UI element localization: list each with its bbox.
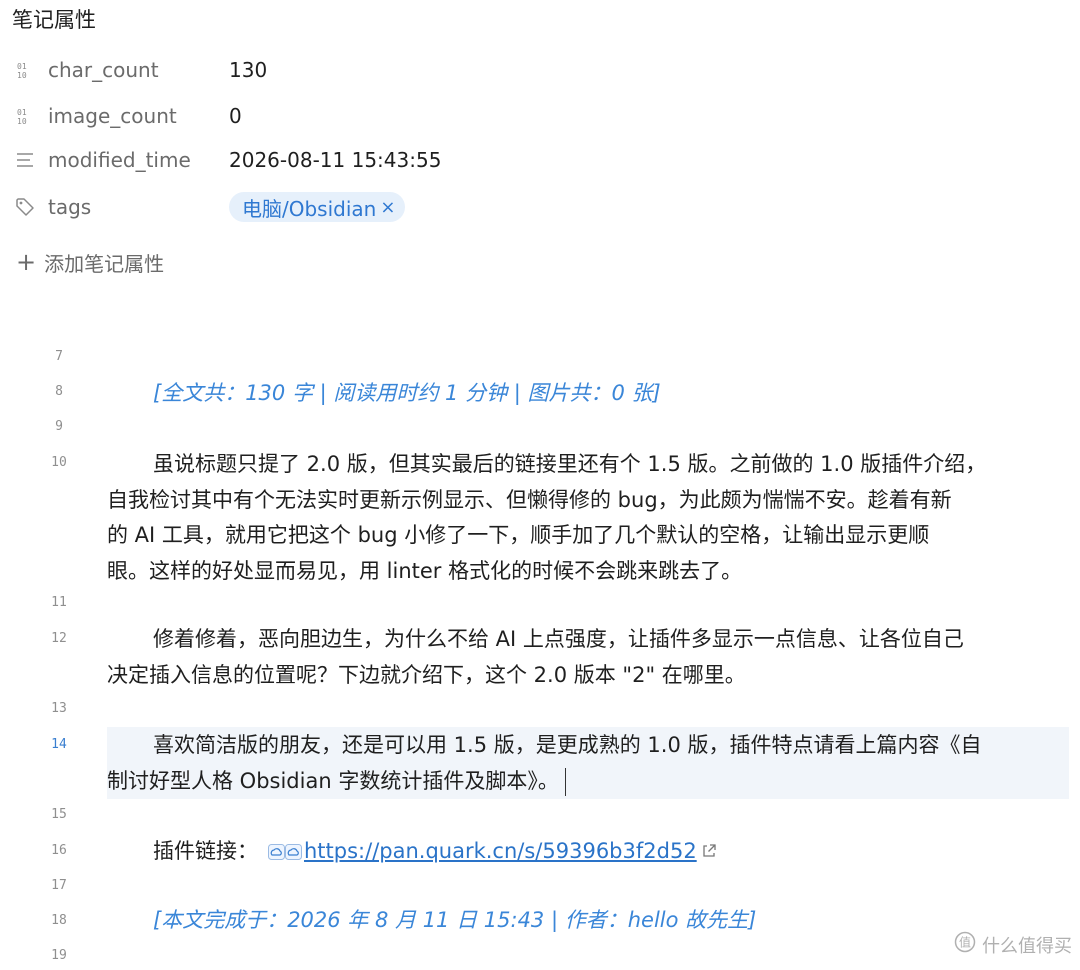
text-lines-icon — [14, 149, 36, 171]
line-number-active: 14 — [51, 737, 67, 752]
paragraph-text: 虽说标题只提了 2.0 版，但其实最后的链接里还有个 1.5 版。之前做的 1.… — [153, 452, 987, 476]
line-number: 12 — [51, 631, 67, 646]
property-value[interactable]: 130 — [229, 58, 267, 82]
property-row-tags[interactable]: tags 电脑/Obsidian × — [14, 190, 914, 224]
number-icon: 01 10 — [14, 59, 36, 81]
paragraph-text: 制讨好型人格 Obsidian 字数统计插件及脚本》。 — [107, 769, 559, 793]
tag-label[interactable]: 电脑/Obsidian — [242, 193, 376, 222]
svg-text:01: 01 — [17, 108, 27, 117]
active-paragraph-line[interactable]: 喜欢简洁版的朋友，还是可以用 1.5 版，是更成熟的 1.0 版，插件特点请看上… — [107, 727, 1069, 763]
paragraph-line[interactable]: 的 AI 工具，就用它把这个 bug 小修了一下，顺手加了几个默认的空格，让输出… — [107, 517, 1069, 553]
paragraph-line[interactable]: 决定插入信息的位置呢？下边就介绍下，这个 2.0 版本 "2" 在哪里。 — [107, 657, 1069, 693]
paragraph-text: 眼。这样的好处显而易见，用 linter 格式化的时候不会跳来跳去了。 — [107, 559, 743, 583]
add-property-button[interactable]: + 添加笔记属性 — [16, 246, 164, 278]
cloud-favicon-icon — [268, 844, 302, 860]
paragraph-line[interactable]: 虽说标题只提了 2.0 版，但其实最后的链接里还有个 1.5 版。之前做的 1.… — [107, 446, 1069, 482]
line-number: 16 — [51, 843, 67, 858]
watermark-text: 什么值得买 — [982, 935, 1072, 957]
paragraph-line[interactable]: 眼。这样的好处显而易见，用 linter 格式化的时候不会跳来跳去了。 — [107, 553, 1069, 589]
quark-link[interactable]: https://pan.quark.cn/s/59396b3f2d52 — [304, 839, 697, 863]
text-caret — [564, 768, 566, 796]
paragraph-text: 喜欢简洁版的朋友，还是可以用 1.5 版，是更成熟的 1.0 版，插件特点请看上… — [153, 733, 982, 757]
property-row-modified-time[interactable]: modified_time 2026-08-11 15:43:55 — [14, 143, 914, 177]
footer-line[interactable]: [本文完成于：2026 年 8 月 11 日 15:43 | 作者：hello … — [107, 902, 1069, 938]
line-number: 17 — [51, 878, 67, 893]
property-value[interactable]: 0 — [229, 104, 242, 128]
svg-text:值: 值 — [959, 935, 971, 950]
paragraph-text: 修着修着，恶向胆边生，为什么不给 AI 上点强度，让插件多显示一点信息、让各位自… — [153, 627, 964, 651]
paragraph-line[interactable]: 自我检讨其中有个无法实时更新示例显示、但懒得修的 bug，为此颇为惴惴不安。趁着… — [107, 482, 1069, 518]
watermark: 值 什么值得买 — [954, 931, 1072, 958]
number-icon: 01 10 — [14, 105, 36, 127]
watermark-logo-icon: 值 — [954, 931, 976, 958]
property-key[interactable]: modified_time — [48, 148, 229, 172]
properties-heading: 笔记属性 — [12, 8, 96, 32]
property-row-char-count[interactable]: 01 10 char_count 130 — [14, 53, 914, 87]
plus-icon: + — [16, 248, 37, 276]
property-key[interactable]: image_count — [48, 104, 229, 128]
svg-text:01: 01 — [17, 62, 27, 71]
add-property-label: 添加笔记属性 — [44, 251, 165, 276]
property-value[interactable]: 2026-08-11 15:43:55 — [229, 148, 441, 172]
paragraph-text: 的 AI 工具，就用它把这个 bug 小修了一下，顺手加了几个默认的空格，让输出… — [107, 523, 930, 547]
property-key[interactable]: tags — [48, 195, 229, 219]
line-number: 8 — [55, 384, 63, 399]
line-number: 13 — [51, 701, 67, 716]
svg-text:10: 10 — [17, 71, 27, 79]
tag-remove-icon[interactable]: × — [380, 197, 395, 218]
paragraph-text: 决定插入信息的位置呢？下边就介绍下，这个 2.0 版本 "2" 在哪里。 — [107, 663, 746, 687]
line-number: 10 — [51, 455, 67, 470]
line-number: 9 — [55, 419, 63, 434]
property-key[interactable]: char_count — [48, 58, 229, 82]
line-number: 7 — [55, 349, 63, 364]
link-line[interactable]: 插件链接： https://pan.quark.cn/s/59396b3f2d52 — [107, 833, 1069, 870]
svg-text:10: 10 — [17, 117, 27, 125]
summary-text: [全文共：130 字 | 阅读用时约 1 分钟 | 图片共：0 张] — [153, 381, 661, 405]
property-row-image-count[interactable]: 01 10 image_count 0 — [14, 99, 914, 133]
active-paragraph-line[interactable]: 制讨好型人格 Obsidian 字数统计插件及脚本》。 — [107, 763, 1069, 799]
line-number: 15 — [51, 807, 67, 822]
line-number: 11 — [51, 595, 67, 610]
line-number: 18 — [51, 913, 67, 928]
external-link-icon[interactable] — [701, 834, 717, 870]
paragraph-line[interactable]: 修着修着，恶向胆边生，为什么不给 AI 上点强度，让插件多显示一点信息、让各位自… — [107, 621, 1069, 657]
tag-icon — [14, 196, 36, 218]
tag-pill[interactable]: 电脑/Obsidian × — [229, 192, 406, 222]
summary-line[interactable]: [全文共：130 字 | 阅读用时约 1 分钟 | 图片共：0 张] — [107, 375, 1069, 411]
link-label: 插件链接： — [153, 839, 258, 863]
line-number: 19 — [51, 948, 67, 963]
paragraph-text: 自我检讨其中有个无法实时更新示例显示、但懒得修的 bug，为此颇为惴惴不安。趁着… — [107, 488, 952, 512]
footer-text: [本文完成于：2026 年 8 月 11 日 15:43 | 作者：hello … — [153, 908, 757, 932]
